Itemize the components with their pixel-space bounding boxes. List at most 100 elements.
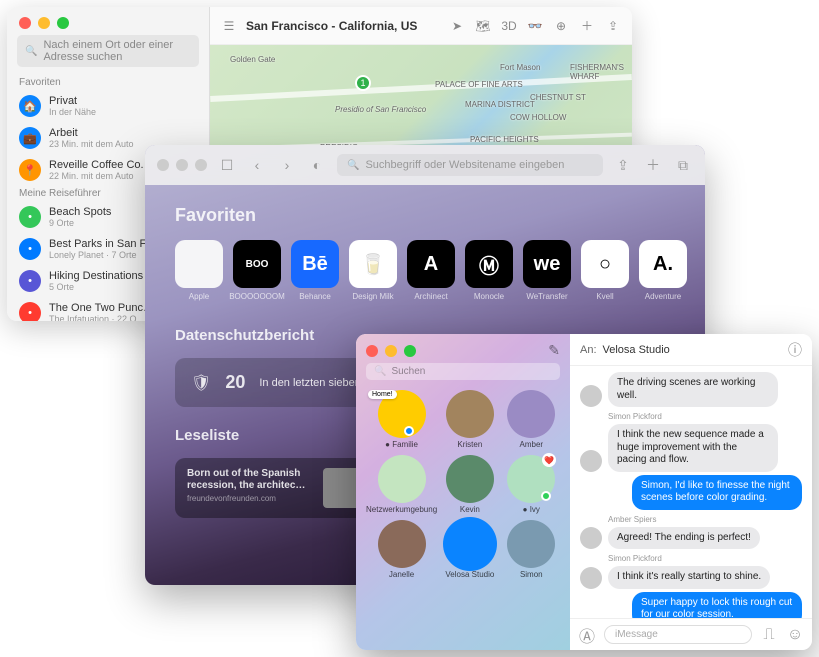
bookmark-icon: BOO [233, 240, 281, 288]
message-row: Simon, I'd like to finesse the night sce… [580, 475, 802, 510]
search-icon [347, 159, 359, 171]
tabs-icon[interactable]: ⧉ [673, 155, 693, 175]
maps-search-input[interactable]: Nach einem Ort oder einer Adresse suchen [17, 35, 199, 67]
bookmark-item[interactable]: A.Adventure [639, 240, 687, 301]
bookmark-item[interactable]: A Archinect [407, 240, 455, 301]
share-icon[interactable]: ⇪ [613, 155, 633, 175]
bookmark-item[interactable]: 🥛Design Milk [349, 240, 397, 301]
avatar [446, 520, 494, 568]
contact-item[interactable]: ❤️● Ivy [503, 455, 560, 514]
place-icon: • [19, 270, 41, 292]
bookmark-label: Archinect [414, 292, 447, 301]
item-subtitle: 9 Orte [49, 218, 111, 228]
item-subtitle: Lonely Planet · 7 Orte [49, 250, 157, 260]
3d-icon[interactable]: 3D [500, 17, 518, 35]
bookmark-label: Behance [299, 292, 331, 301]
minimize-icon[interactable] [385, 345, 397, 357]
contact-item[interactable]: Amber [503, 390, 560, 449]
message-bubble[interactable]: The driving scenes are working well. [608, 372, 778, 407]
url-input[interactable]: Suchbegriff oder Websitename eingeben [337, 154, 603, 176]
location-icon[interactable]: ⊕ [552, 17, 570, 35]
minimize-icon[interactable] [38, 17, 50, 29]
sidebar-toggle-icon[interactable]: ☐ [217, 155, 237, 175]
maps-title: San Francisco - California, US [246, 19, 440, 33]
contact-item[interactable]: Velosa Studio [441, 520, 498, 579]
sidebar-toggle-icon[interactable]: ☰ [220, 17, 238, 35]
close-icon[interactable] [19, 17, 31, 29]
bookmark-item[interactable]: ⓂMonocle [465, 240, 513, 301]
privacy-count: 20 [225, 372, 245, 393]
contact-item[interactable]: Kristen [441, 390, 498, 449]
maps-header: ☰ San Francisco - California, US ➤ 🗺 3D … [210, 7, 632, 45]
presence-icon [404, 426, 414, 436]
message-bubble[interactable]: I think the new sequence made a huge imp… [608, 424, 778, 472]
sender-label: Simon Pickford [608, 412, 802, 421]
bookmark-item[interactable]: weWeTransfer [523, 240, 571, 301]
message-input[interactable]: iMessage [604, 625, 752, 644]
bookmark-item[interactable]: ○Kvell [581, 240, 629, 301]
message-thread[interactable]: The driving scenes are working well. Simo… [570, 366, 812, 618]
contact-item[interactable]: Netzwerkumgebung [366, 455, 437, 514]
info-icon[interactable]: ⓘ [788, 340, 802, 360]
sidebar-item-favorite[interactable]: 🏠PrivatIn der Nähe [7, 90, 209, 122]
bookmark-icon: A [407, 240, 455, 288]
messages-search-input[interactable]: Suchen [366, 363, 560, 380]
place-icon: 💼 [19, 127, 41, 149]
bookmark-label: Apple [189, 292, 209, 301]
contact-item[interactable]: Janelle [366, 520, 437, 579]
forward-icon[interactable]: › [277, 155, 297, 175]
map-label: FISHERMAN'S WHARF [570, 63, 632, 81]
message-bubble[interactable]: I think it's really starting to shine. [608, 566, 770, 589]
close-icon[interactable] [157, 159, 169, 171]
avatar [580, 567, 602, 589]
contact-item[interactable]: Kevin [441, 455, 498, 514]
avatar [580, 527, 602, 549]
close-icon[interactable] [366, 345, 378, 357]
messages-window: ✎ Suchen Home!● FamilieKristenAmber Netzw… [356, 334, 812, 650]
messages-sidebar: ✎ Suchen Home!● FamilieKristenAmber Netzw… [356, 334, 570, 650]
bookmark-item[interactable]: BOOBOOOOOOOM [233, 240, 281, 301]
contact-item[interactable]: Home!● Familie [366, 390, 437, 449]
bookmark-icon: Ⓜ [465, 240, 513, 288]
item-title: Privat [49, 95, 96, 107]
contact-item[interactable]: Simon [503, 520, 560, 579]
lookaround-icon[interactable]: 👓 [526, 17, 544, 35]
contact-name: Netzwerkumgebung [366, 505, 437, 514]
search-icon [25, 45, 37, 57]
place-icon: • [19, 206, 41, 228]
zoom-icon[interactable] [195, 159, 207, 171]
apps-icon[interactable]: Ⓐ [578, 626, 596, 644]
contact-name: Kevin [460, 505, 480, 514]
zoom-icon[interactable] [404, 345, 416, 357]
input-placeholder: iMessage [615, 629, 658, 640]
item-title: Hiking Destinations [49, 270, 143, 282]
share-icon[interactable]: ⇪ [604, 17, 622, 35]
bookmark-item[interactable]: BēBehance [291, 240, 339, 301]
place-icon: • [19, 238, 41, 260]
map-icon[interactable]: 🗺 [474, 17, 492, 35]
bookmark-icon: 🥛 [349, 240, 397, 288]
zoom-icon[interactable] [57, 17, 69, 29]
message-bubble[interactable]: Super happy to lock this rough cut for o… [632, 592, 802, 619]
favorites-heading: Favoriten [7, 75, 209, 90]
bookmark-label: BOOOOOOOM [229, 292, 285, 301]
window-controls: ✎ [356, 334, 570, 363]
minimize-icon[interactable] [176, 159, 188, 171]
place-icon: • [19, 302, 41, 321]
emoji-icon[interactable]: ☺ [786, 626, 804, 644]
add-icon[interactable]: ＋ [578, 17, 596, 35]
item-subtitle: 22 Min. mit dem Auto [49, 171, 144, 181]
shield-icon[interactable]: ◐ [307, 155, 327, 175]
bookmark-item[interactable]: Apple [175, 240, 223, 301]
message-bubble[interactable]: Simon, I'd like to finesse the night sce… [632, 475, 802, 510]
audio-icon[interactable]: ⎍ [760, 626, 778, 644]
message-row: The driving scenes are working well. [580, 372, 802, 407]
reading-list-item[interactable]: Born out of the Spanish recession, the a… [175, 458, 375, 518]
message-bubble[interactable]: Agreed! The ending is perfect! [608, 527, 760, 550]
back-icon[interactable]: ‹ [247, 155, 267, 175]
new-tab-icon[interactable]: ＋ [643, 155, 663, 175]
compose-icon[interactable]: ✎ [548, 342, 560, 359]
navigate-icon[interactable]: ➤ [448, 17, 466, 35]
avatar [378, 455, 426, 503]
item-subtitle: The Infatuation · 22 O… [49, 314, 154, 321]
